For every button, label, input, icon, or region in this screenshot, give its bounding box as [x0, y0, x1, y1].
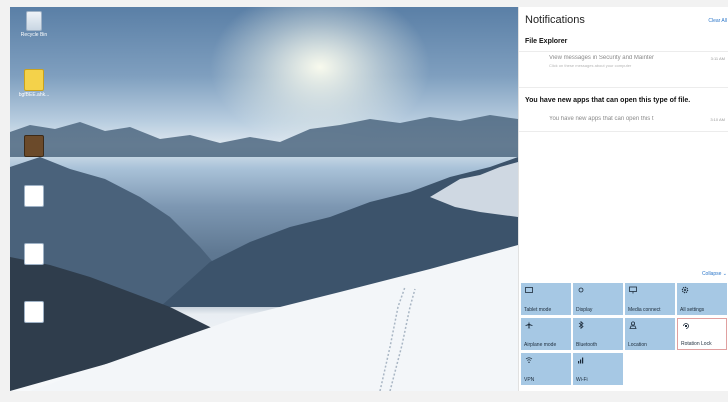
- quick-action-wifi[interactable]: Wi-Fi: [573, 353, 623, 385]
- notification-title: View messages in Security and Mainter: [549, 55, 654, 61]
- divider: [519, 87, 728, 88]
- desktop-icon-document-1[interactable]: [14, 185, 54, 208]
- quick-action-label: All settings: [680, 307, 705, 313]
- quick-action-label: Location: [628, 342, 647, 348]
- document-icon: [24, 301, 44, 323]
- quick-action-label: Airplane mode: [524, 342, 557, 348]
- notification-item[interactable]: You have new apps that can open this t 3…: [549, 116, 727, 122]
- notification-time: 3:10 AM: [710, 117, 725, 122]
- quick-action-location[interactable]: Location: [625, 318, 675, 350]
- divider: [519, 131, 728, 132]
- quick-action-label: Media connect: [628, 307, 661, 313]
- panel-title: Notifications: [525, 14, 585, 26]
- location-icon: [629, 321, 637, 329]
- desktop-icon-recycle-bin[interactable]: Recycle Bin: [14, 11, 54, 38]
- desktop-icon-document-2[interactable]: [14, 243, 54, 266]
- divider: [519, 51, 728, 52]
- notification-item[interactable]: View messages in Security and Mainter Cl…: [549, 55, 727, 68]
- quick-action-vpn[interactable]: VPN: [521, 353, 571, 385]
- quick-action-label: Tablet mode: [524, 307, 552, 313]
- recycle-bin-icon: [26, 11, 42, 31]
- display-icon: [578, 287, 584, 293]
- wifi-icon: [578, 357, 584, 364]
- vpn-icon: [525, 357, 533, 363]
- quick-action-display[interactable]: Display: [573, 283, 623, 315]
- quick-action-label: Display: [576, 307, 593, 313]
- quick-action-media-connect[interactable]: Media connect: [625, 283, 675, 315]
- notification-group-header[interactable]: You have new apps that can open this typ…: [525, 97, 690, 104]
- quick-action-rotation-lock[interactable]: Rotation Lock: [677, 318, 727, 350]
- document-icon: [24, 243, 44, 265]
- chevron-down-icon: ⌄: [722, 271, 727, 277]
- quick-action-label: VPN: [524, 377, 535, 383]
- clear-all-link[interactable]: Clear All: [708, 18, 727, 24]
- action-center-panel: Notifications Clear All File Explorer Vi…: [518, 7, 728, 391]
- desktop-icon-image[interactable]: [14, 135, 54, 158]
- mountain-wallpaper: [10, 115, 518, 391]
- quick-action-label: Bluetooth: [576, 342, 598, 348]
- gear-icon: [681, 286, 689, 294]
- airplane-icon: [525, 321, 533, 329]
- notification-time: 3:11 AM: [710, 56, 725, 61]
- script-file-icon: [24, 69, 44, 91]
- desktop[interactable]: Recycle Bin bgfBEE.ahk...: [10, 7, 518, 391]
- rotation-lock-icon: [683, 323, 689, 329]
- quick-action-bluetooth[interactable]: Bluetooth: [573, 318, 623, 350]
- document-icon: [24, 185, 44, 207]
- bluetooth-icon: [578, 321, 584, 329]
- desktop-icon-script[interactable]: bgfBEE.ahk...: [14, 69, 54, 98]
- collapse-label: Collapse: [701, 271, 722, 277]
- notification-title: You have new apps that can open this t: [549, 116, 654, 122]
- desktop-icon-label: bgfBEE.ahk...: [18, 92, 50, 98]
- notification-group-header[interactable]: File Explorer: [525, 38, 567, 45]
- image-file-icon: [24, 135, 44, 157]
- quick-action-label: Rotation Lock: [681, 341, 712, 347]
- collapse-link[interactable]: Collapse ⌄: [702, 271, 727, 277]
- quick-action-all-settings[interactable]: All settings: [677, 283, 727, 315]
- quick-action-tablet-mode[interactable]: Tablet mode: [521, 283, 571, 315]
- quick-action-label: Wi-Fi: [576, 377, 588, 383]
- quick-action-airplane-mode[interactable]: Airplane mode: [521, 318, 571, 350]
- notification-subtitle: Click on these messages about your compu…: [549, 63, 632, 68]
- desktop-icon-label: Recycle Bin: [20, 32, 48, 38]
- media-connect-icon: [629, 286, 637, 294]
- tablet-mode-icon: [525, 287, 533, 293]
- desktop-icon-document-3[interactable]: [14, 301, 54, 324]
